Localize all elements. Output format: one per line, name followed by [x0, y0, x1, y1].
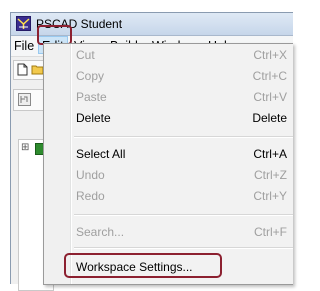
menu-item-delete[interactable]: Delete Delete	[44, 108, 293, 128]
menu-item-shortcut: Delete	[252, 111, 287, 125]
menu-item-label: Search...	[76, 225, 125, 239]
menu-item-label: Undo	[76, 168, 105, 182]
menu-item-search[interactable]: Search... Ctrl+F	[44, 222, 293, 242]
menu-item-select-all[interactable]: Select All Ctrl+A	[44, 144, 293, 164]
menu-item-label: Redo	[76, 189, 105, 203]
menu-file[interactable]: File	[14, 39, 34, 53]
menu-item-shortcut: Ctrl+F	[254, 225, 287, 239]
menu-item-shortcut: Ctrl+X	[253, 48, 287, 62]
menu-separator	[74, 136, 293, 138]
edit-menu-highlight	[37, 25, 72, 45]
menu-item-copy[interactable]: Copy Ctrl+C	[44, 66, 293, 86]
menu-item-shortcut: Ctrl+A	[253, 147, 287, 161]
workspace-icon[interactable]	[18, 93, 31, 106]
tree-expander-icon[interactable]: ⊞	[21, 142, 29, 153]
menu-item-shortcut: Ctrl+C	[252, 69, 287, 83]
menu-item-paste[interactable]: Paste Ctrl+V	[44, 87, 293, 107]
menu-item-undo[interactable]: Undo Ctrl+Z	[44, 165, 293, 185]
menu-item-shortcut: Ctrl+Z	[254, 168, 287, 182]
menu-item-cut[interactable]: Cut Ctrl+X	[44, 45, 293, 65]
menu-item-shortcut: Ctrl+V	[253, 90, 287, 104]
menu-item-shortcut: Ctrl+Y	[253, 189, 287, 203]
pscad-icon	[16, 16, 31, 31]
menu-item-label: Copy	[76, 69, 105, 83]
menu-item-label: Delete	[76, 111, 111, 125]
menu-item-label: Paste	[76, 90, 107, 104]
menu-item-redo[interactable]: Redo Ctrl+Y	[44, 186, 293, 206]
menu-separator	[74, 214, 293, 216]
menu-separator	[74, 247, 293, 249]
edit-dropdown-menu: Cut Ctrl+X Copy Ctrl+C Paste Ctrl+V Dele…	[43, 43, 293, 285]
menu-item-label: Cut	[76, 48, 95, 62]
menu-item-label: Select All	[76, 147, 126, 161]
workspace-settings-highlight	[64, 253, 222, 278]
new-file-icon[interactable]	[17, 63, 28, 76]
